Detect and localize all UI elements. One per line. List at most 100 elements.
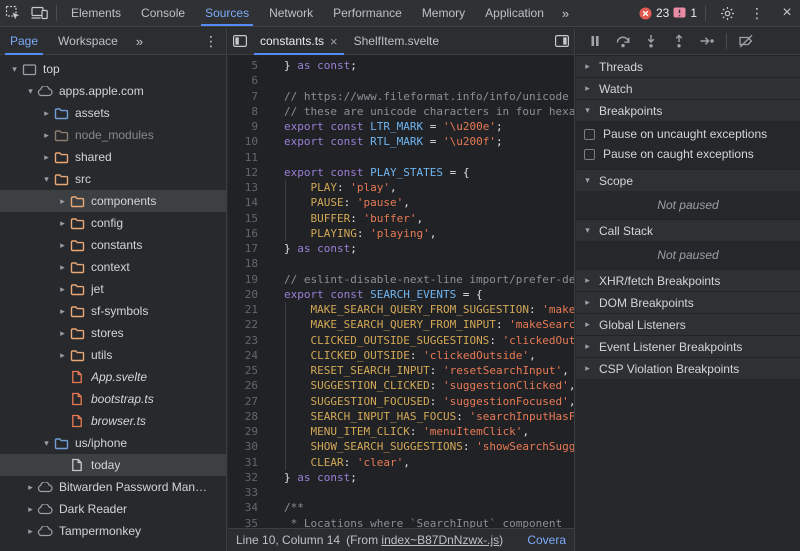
settings-gear-icon[interactable]: [714, 0, 740, 26]
expander-expanded-icon[interactable]: ▾: [40, 174, 53, 185]
expander-collapsed-icon[interactable]: ▸: [56, 240, 69, 251]
inspect-icon[interactable]: [0, 0, 26, 26]
checkbox-icon[interactable]: [584, 128, 595, 140]
expander-collapsed-icon[interactable]: ▸: [40, 152, 53, 163]
line-number[interactable]: 14: [228, 195, 258, 210]
tree-item-node-modules[interactable]: ▸ node_modules: [0, 124, 226, 146]
section-header-dom-breakpoints[interactable]: ▸ DOM Breakpoints: [576, 291, 800, 313]
expander-collapsed-icon[interactable]: ▸: [24, 482, 37, 493]
expander-collapsed-icon[interactable]: ▸: [56, 328, 69, 339]
line-number[interactable]: 8: [228, 104, 258, 119]
tree-item-shared[interactable]: ▸ shared: [0, 146, 226, 168]
section-header-watch[interactable]: ▸ Watch: [576, 77, 800, 99]
tree-item-top[interactable]: ▾ top: [0, 58, 226, 80]
coverage-button[interactable]: Covera: [515, 533, 566, 547]
close-devtools-icon[interactable]: ×: [774, 0, 800, 26]
expander-collapsed-icon[interactable]: ▸: [40, 108, 53, 119]
expander-expanded-icon[interactable]: ▾: [24, 86, 37, 97]
expander-collapsed-icon[interactable]: ▸: [56, 284, 69, 295]
line-number[interactable]: 34: [228, 500, 258, 515]
error-badge[interactable]: 23: [639, 6, 669, 20]
section-header-scope[interactable]: ▾ Scope: [576, 169, 800, 191]
file-tab-constants-ts[interactable]: constants.ts ×: [252, 28, 346, 55]
pause-icon[interactable]: [582, 28, 608, 54]
panel-tab-console[interactable]: Console: [131, 0, 195, 26]
line-number[interactable]: 27: [228, 394, 258, 409]
device-toolbar-icon[interactable]: [26, 0, 52, 26]
line-number[interactable]: 22: [228, 317, 258, 332]
expander-collapsed-icon[interactable]: ▸: [56, 218, 69, 229]
line-number[interactable]: 33: [228, 485, 258, 500]
tree-item-utils[interactable]: ▸ utils: [0, 344, 226, 366]
expander-collapsed-icon[interactable]: ▸: [56, 262, 69, 273]
checkbox-row-pause-on-caught-exceptions[interactable]: Pause on caught exceptions: [576, 144, 800, 164]
expander-collapsed-icon[interactable]: ▸: [24, 504, 37, 515]
line-number[interactable]: 9: [228, 119, 258, 134]
tree-item-components[interactable]: ▸ components: [0, 190, 226, 212]
line-number[interactable]: 24: [228, 348, 258, 363]
line-number[interactable]: 30: [228, 439, 258, 454]
tree-item-app-svelte[interactable]: App.svelte: [0, 366, 226, 388]
section-header-xhr-fetch-breakpoints[interactable]: ▸ XHR/fetch Breakpoints: [576, 269, 800, 291]
line-number[interactable]: 32: [228, 470, 258, 485]
tree-item-apps-apple-com[interactable]: ▾ apps.apple.com: [0, 80, 226, 102]
checkbox-icon[interactable]: [584, 148, 595, 160]
line-number[interactable]: 18: [228, 256, 258, 271]
deactivate-breakpoints-icon[interactable]: [733, 28, 759, 54]
line-number[interactable]: 23: [228, 333, 258, 348]
source-map-link[interactable]: index~B87DnNzwx-.js: [381, 533, 499, 547]
more-panels-button[interactable]: »: [554, 6, 577, 21]
tree-item-context[interactable]: ▸ context: [0, 256, 226, 278]
line-number[interactable]: 15: [228, 211, 258, 226]
tree-item-assets[interactable]: ▸ assets: [0, 102, 226, 124]
line-number[interactable]: 6: [228, 73, 258, 88]
tree-item-dark-reader[interactable]: ▸ Dark Reader: [0, 498, 226, 520]
tree-item-constants[interactable]: ▸ constants: [0, 234, 226, 256]
tree-item-us-iphone[interactable]: ▾ us/iphone: [0, 432, 226, 454]
more-kebab-icon[interactable]: ⋮: [744, 0, 770, 26]
line-number[interactable]: 19: [228, 272, 258, 287]
file-tab-shelfitem-svelte[interactable]: ShelfItem.svelte: [346, 28, 447, 55]
section-header-global-listeners[interactable]: ▸ Global Listeners: [576, 313, 800, 335]
expander-collapsed-icon[interactable]: ▸: [56, 196, 69, 207]
line-number[interactable]: 11: [228, 150, 258, 165]
line-number[interactable]: 21: [228, 302, 258, 317]
close-tab-icon[interactable]: ×: [330, 34, 338, 49]
tree-item-bootstrap-ts[interactable]: bootstrap.ts: [0, 388, 226, 410]
line-number[interactable]: 28: [228, 409, 258, 424]
issues-badge[interactable]: 1: [673, 6, 697, 20]
line-number[interactable]: 20: [228, 287, 258, 302]
tree-item-tampermonkey[interactable]: ▸ Tampermonkey: [0, 520, 226, 542]
line-number[interactable]: 16: [228, 226, 258, 241]
line-number[interactable]: 25: [228, 363, 258, 378]
expander-expanded-icon[interactable]: ▾: [40, 438, 53, 449]
panel-tab-sources[interactable]: Sources: [195, 0, 259, 26]
line-number[interactable]: 13: [228, 180, 258, 195]
line-number[interactable]: 5: [228, 58, 258, 73]
line-number[interactable]: 17: [228, 241, 258, 256]
line-number[interactable]: 31: [228, 455, 258, 470]
checkbox-row-pause-on-uncaught-exceptions[interactable]: Pause on uncaught exceptions: [576, 124, 800, 144]
step-over-icon[interactable]: [610, 28, 636, 54]
panel-tab-performance[interactable]: Performance: [323, 0, 412, 26]
step-icon[interactable]: [694, 28, 720, 54]
panel-tab-network[interactable]: Network: [259, 0, 323, 26]
line-number[interactable]: 35: [228, 516, 258, 529]
line-number[interactable]: 7: [228, 89, 258, 104]
tree-item-bitwarden-password-man-[interactable]: ▸ Bitwarden Password Man…: [0, 476, 226, 498]
section-header-csp-violation-breakpoints[interactable]: ▸ CSP Violation Breakpoints: [576, 357, 800, 379]
tree-item-sf-symbols[interactable]: ▸ sf-symbols: [0, 300, 226, 322]
section-header-event-listener-breakpoints[interactable]: ▸ Event Listener Breakpoints: [576, 335, 800, 357]
line-number[interactable]: 26: [228, 378, 258, 393]
line-number[interactable]: 29: [228, 424, 258, 439]
navigator-tab-workspace[interactable]: Workspace: [48, 28, 128, 55]
tree-item-browser-ts[interactable]: browser.ts: [0, 410, 226, 432]
expander-collapsed-icon[interactable]: ▸: [40, 130, 53, 141]
more-navigator-tabs-button[interactable]: »: [128, 34, 151, 49]
expander-collapsed-icon[interactable]: ▸: [24, 526, 37, 537]
line-number[interactable]: 10: [228, 134, 258, 149]
toggle-navigator-icon[interactable]: [228, 28, 252, 54]
panel-tab-elements[interactable]: Elements: [61, 0, 131, 26]
navigator-kebab-icon[interactable]: ⋮: [196, 33, 226, 50]
section-header-call-stack[interactable]: ▾ Call Stack: [576, 219, 800, 241]
